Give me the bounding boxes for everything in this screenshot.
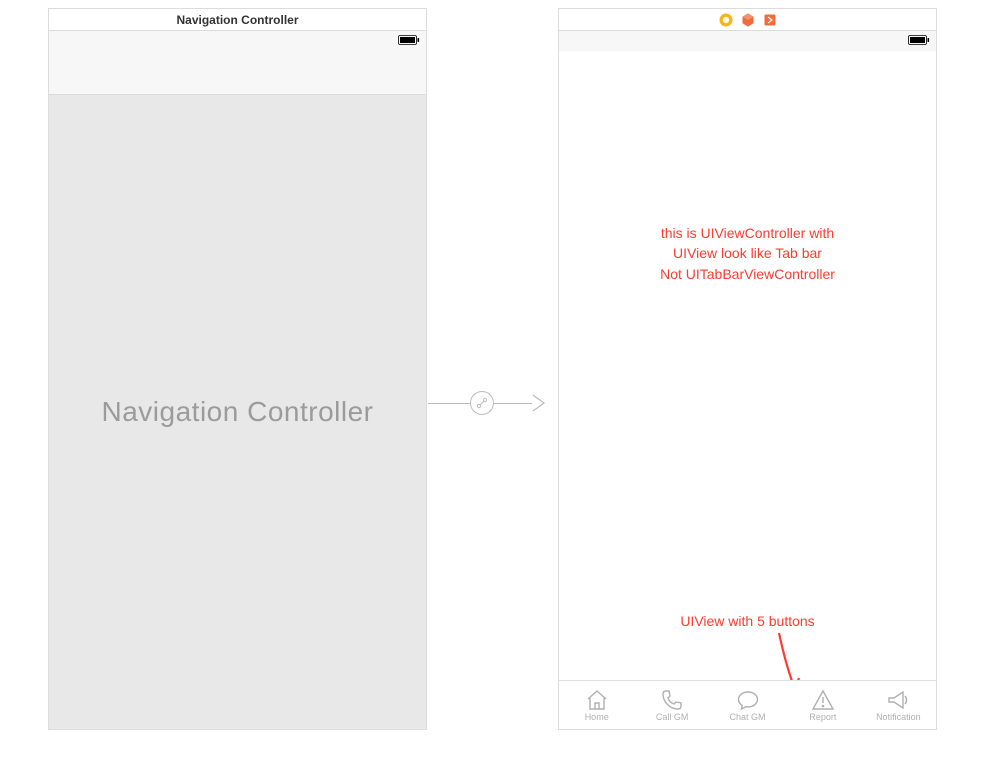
segue-line xyxy=(494,403,532,404)
tab-home[interactable]: Home xyxy=(559,681,634,729)
navigation-controller-placeholder: Navigation Controller xyxy=(49,95,426,729)
scene-title: Navigation Controller xyxy=(176,13,298,27)
segue-line xyxy=(428,403,470,404)
exit-icon[interactable] xyxy=(763,13,777,27)
tab-label: Call GM xyxy=(656,712,689,722)
home-icon xyxy=(585,689,609,711)
status-bar xyxy=(49,31,426,51)
tab-notification[interactable]: Notification xyxy=(861,681,936,729)
tab-label: Home xyxy=(585,712,609,722)
view-controller-scene[interactable]: this is UIViewController with UIView loo… xyxy=(558,8,937,730)
arrowhead-icon xyxy=(532,394,546,412)
annotation-text: UIView with 5 buttons xyxy=(559,611,936,631)
annotation-line: UIView look like Tab bar xyxy=(559,243,936,263)
view-controller-content: this is UIViewController with UIView loo… xyxy=(559,51,936,729)
annotation-line: UIView with 5 buttons xyxy=(680,613,814,629)
segue-relationship-icon xyxy=(470,391,494,415)
scene-title-bar[interactable]: Navigation Controller xyxy=(49,9,426,31)
warning-icon xyxy=(811,689,835,711)
annotation-text: this is UIViewController with UIView loo… xyxy=(559,223,936,284)
placeholder-label: Navigation Controller xyxy=(102,396,374,428)
scene-title-bar[interactable] xyxy=(559,9,936,31)
first-responder-icon[interactable] xyxy=(741,13,755,27)
phone-icon xyxy=(660,689,684,711)
custom-tab-bar: Home Call GM Chat GM Report xyxy=(559,680,936,729)
annotation-line: this is UIViewController with xyxy=(559,223,936,243)
viewcontroller-icon[interactable] xyxy=(719,13,733,27)
navigation-bar xyxy=(49,51,426,95)
navigation-controller-scene[interactable]: Navigation Controller Navigation Control… xyxy=(48,8,427,730)
battery-icon xyxy=(908,32,930,50)
chat-icon xyxy=(736,689,760,711)
tab-report[interactable]: Report xyxy=(785,681,860,729)
tab-label: Notification xyxy=(876,712,921,722)
segue-arrow[interactable] xyxy=(428,391,546,415)
megaphone-icon xyxy=(886,689,910,711)
tab-call-gm[interactable]: Call GM xyxy=(634,681,709,729)
annotation-line: Not UITabBarViewController xyxy=(559,264,936,284)
tab-label: Chat GM xyxy=(730,712,766,722)
battery-icon xyxy=(398,32,420,50)
tab-label: Report xyxy=(809,712,836,722)
status-bar xyxy=(559,31,936,51)
tab-chat-gm[interactable]: Chat GM xyxy=(710,681,785,729)
